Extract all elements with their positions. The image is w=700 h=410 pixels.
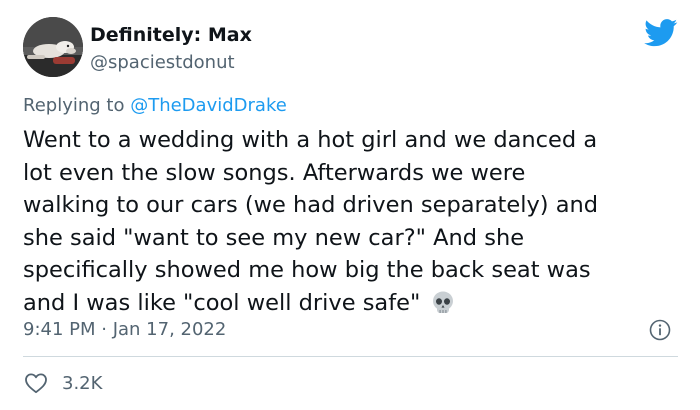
replying-to: Replying to @TheDavidDrake [23,95,287,116]
tweet-card: Definitely: Max @spaciestdonut Replying … [0,0,700,410]
replying-prefix: Replying to [23,95,131,116]
tweet-line: Went to a wedding with a hot girl and we… [23,127,598,153]
tweet-line: specifically showed me how big the back … [23,257,591,283]
heart-icon [25,373,47,394]
like-count: 3.2K [62,372,103,394]
tweet-line: she said "want to see my new car?" And s… [23,224,525,251]
skull-emoji-icon [433,291,454,313]
divider [23,356,678,357]
tweet-line: and I was like "cool well drive safe" [23,289,421,316]
avatar-image [23,17,83,77]
tweet-timestamp[interactable]: 9:41 PM · Jan 17, 2022 [23,319,226,340]
twitter-bird-icon[interactable] [644,19,678,47]
tweet-line: lot even the slow songs. Afterwards we w… [23,159,526,186]
like-button[interactable]: 3.2K [24,371,102,395]
tweet-text: Went to a wedding with a hot girl and we… [23,124,683,319]
info-icon[interactable] [649,319,671,341]
author-display-name[interactable]: Definitely: Max [90,24,252,46]
tweet-line: walking to our cars (we had driven separ… [23,192,599,218]
avatar[interactable] [23,17,83,77]
author-handle[interactable]: @spaciestdonut [90,52,235,73]
tweet-line-last: and I was like "cool well drive safe" [23,287,683,320]
reply-mention-link[interactable]: @TheDavidDrake [130,95,287,116]
